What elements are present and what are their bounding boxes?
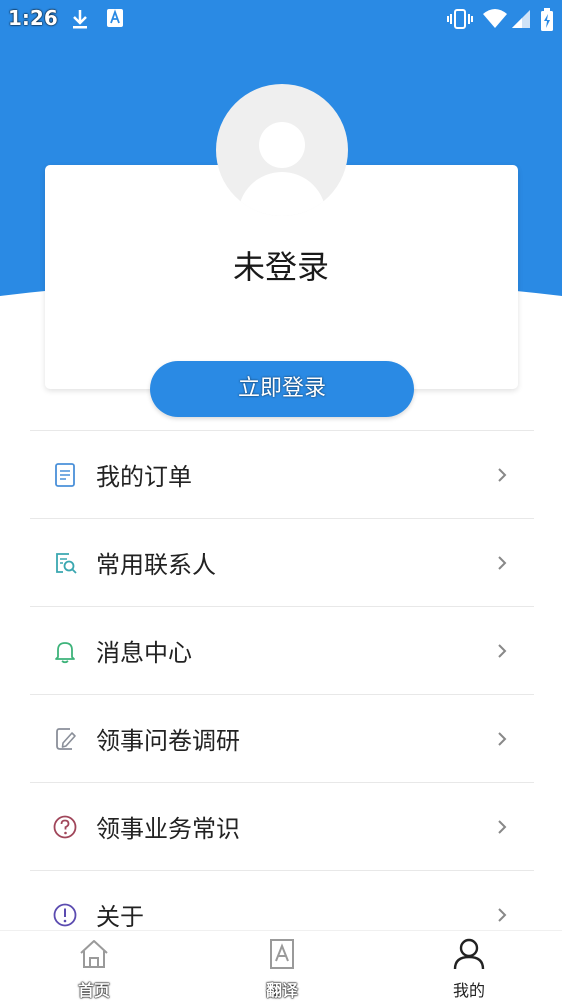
- download-icon: [70, 8, 90, 34]
- signal-icon: [510, 8, 532, 34]
- chevron-right-icon: [496, 905, 508, 925]
- nav-label: 首页: [77, 981, 110, 1000]
- chevron-right-icon: [496, 641, 508, 661]
- wifi-icon: [482, 8, 508, 34]
- bottom-navigation: 首页 翻译 我的: [0, 930, 562, 1006]
- menu-item-messages[interactable]: 消息中心: [30, 607, 534, 695]
- menu-item-label: 领事业务常识: [96, 815, 240, 843]
- translate-icon: [270, 939, 294, 969]
- chevron-right-icon: [496, 729, 508, 749]
- avatar-shoulders: [238, 172, 326, 216]
- nav-label: 翻译: [265, 981, 298, 1000]
- menu-item-survey[interactable]: 领事问卷调研: [30, 695, 534, 783]
- battery-icon: [540, 8, 554, 36]
- nav-tab-mine[interactable]: 我的: [419, 931, 519, 1003]
- profile-icon: [453, 938, 485, 970]
- vibrate-icon: [446, 8, 474, 34]
- chevron-right-icon: [496, 553, 508, 573]
- nav-tab-translate[interactable]: 翻译: [232, 931, 332, 1003]
- menu-item-orders[interactable]: 我的订单: [30, 431, 534, 519]
- chevron-right-icon: [496, 817, 508, 837]
- login-status-text: 未登录: [232, 248, 329, 286]
- menu-item-contacts[interactable]: 常用联系人: [30, 519, 534, 607]
- menu-item-label: 我的订单: [96, 463, 192, 491]
- home-icon: [80, 940, 108, 968]
- menu-list: 我的订单 常用联系人 消息中心 领事问卷调研 领事业务常识 关于: [30, 430, 534, 959]
- avatar-head: [259, 122, 305, 168]
- survey-edit-icon: [52, 726, 78, 752]
- menu-item-label: 领事问卷调研: [96, 727, 240, 755]
- menu-item-label: 常用联系人: [96, 551, 216, 579]
- order-list-icon: [52, 462, 78, 488]
- login-button[interactable]: 立即登录: [150, 361, 414, 417]
- app-notification-icon: [106, 8, 124, 32]
- status-bar: 1:26: [0, 0, 562, 38]
- bell-icon: [52, 638, 78, 664]
- menu-item-label: 消息中心: [96, 639, 192, 667]
- nav-label: 我的: [452, 981, 485, 1000]
- menu-item-label: 关于: [96, 903, 144, 931]
- avatar[interactable]: [216, 84, 348, 216]
- status-time: 1:26: [8, 6, 58, 30]
- info-circle-icon: [52, 902, 78, 928]
- nav-tab-home[interactable]: 首页: [44, 931, 144, 1003]
- chevron-right-icon: [496, 465, 508, 485]
- menu-item-knowledge[interactable]: 领事业务常识: [30, 783, 534, 871]
- question-circle-icon: [52, 814, 78, 840]
- contacts-search-icon: [52, 550, 78, 576]
